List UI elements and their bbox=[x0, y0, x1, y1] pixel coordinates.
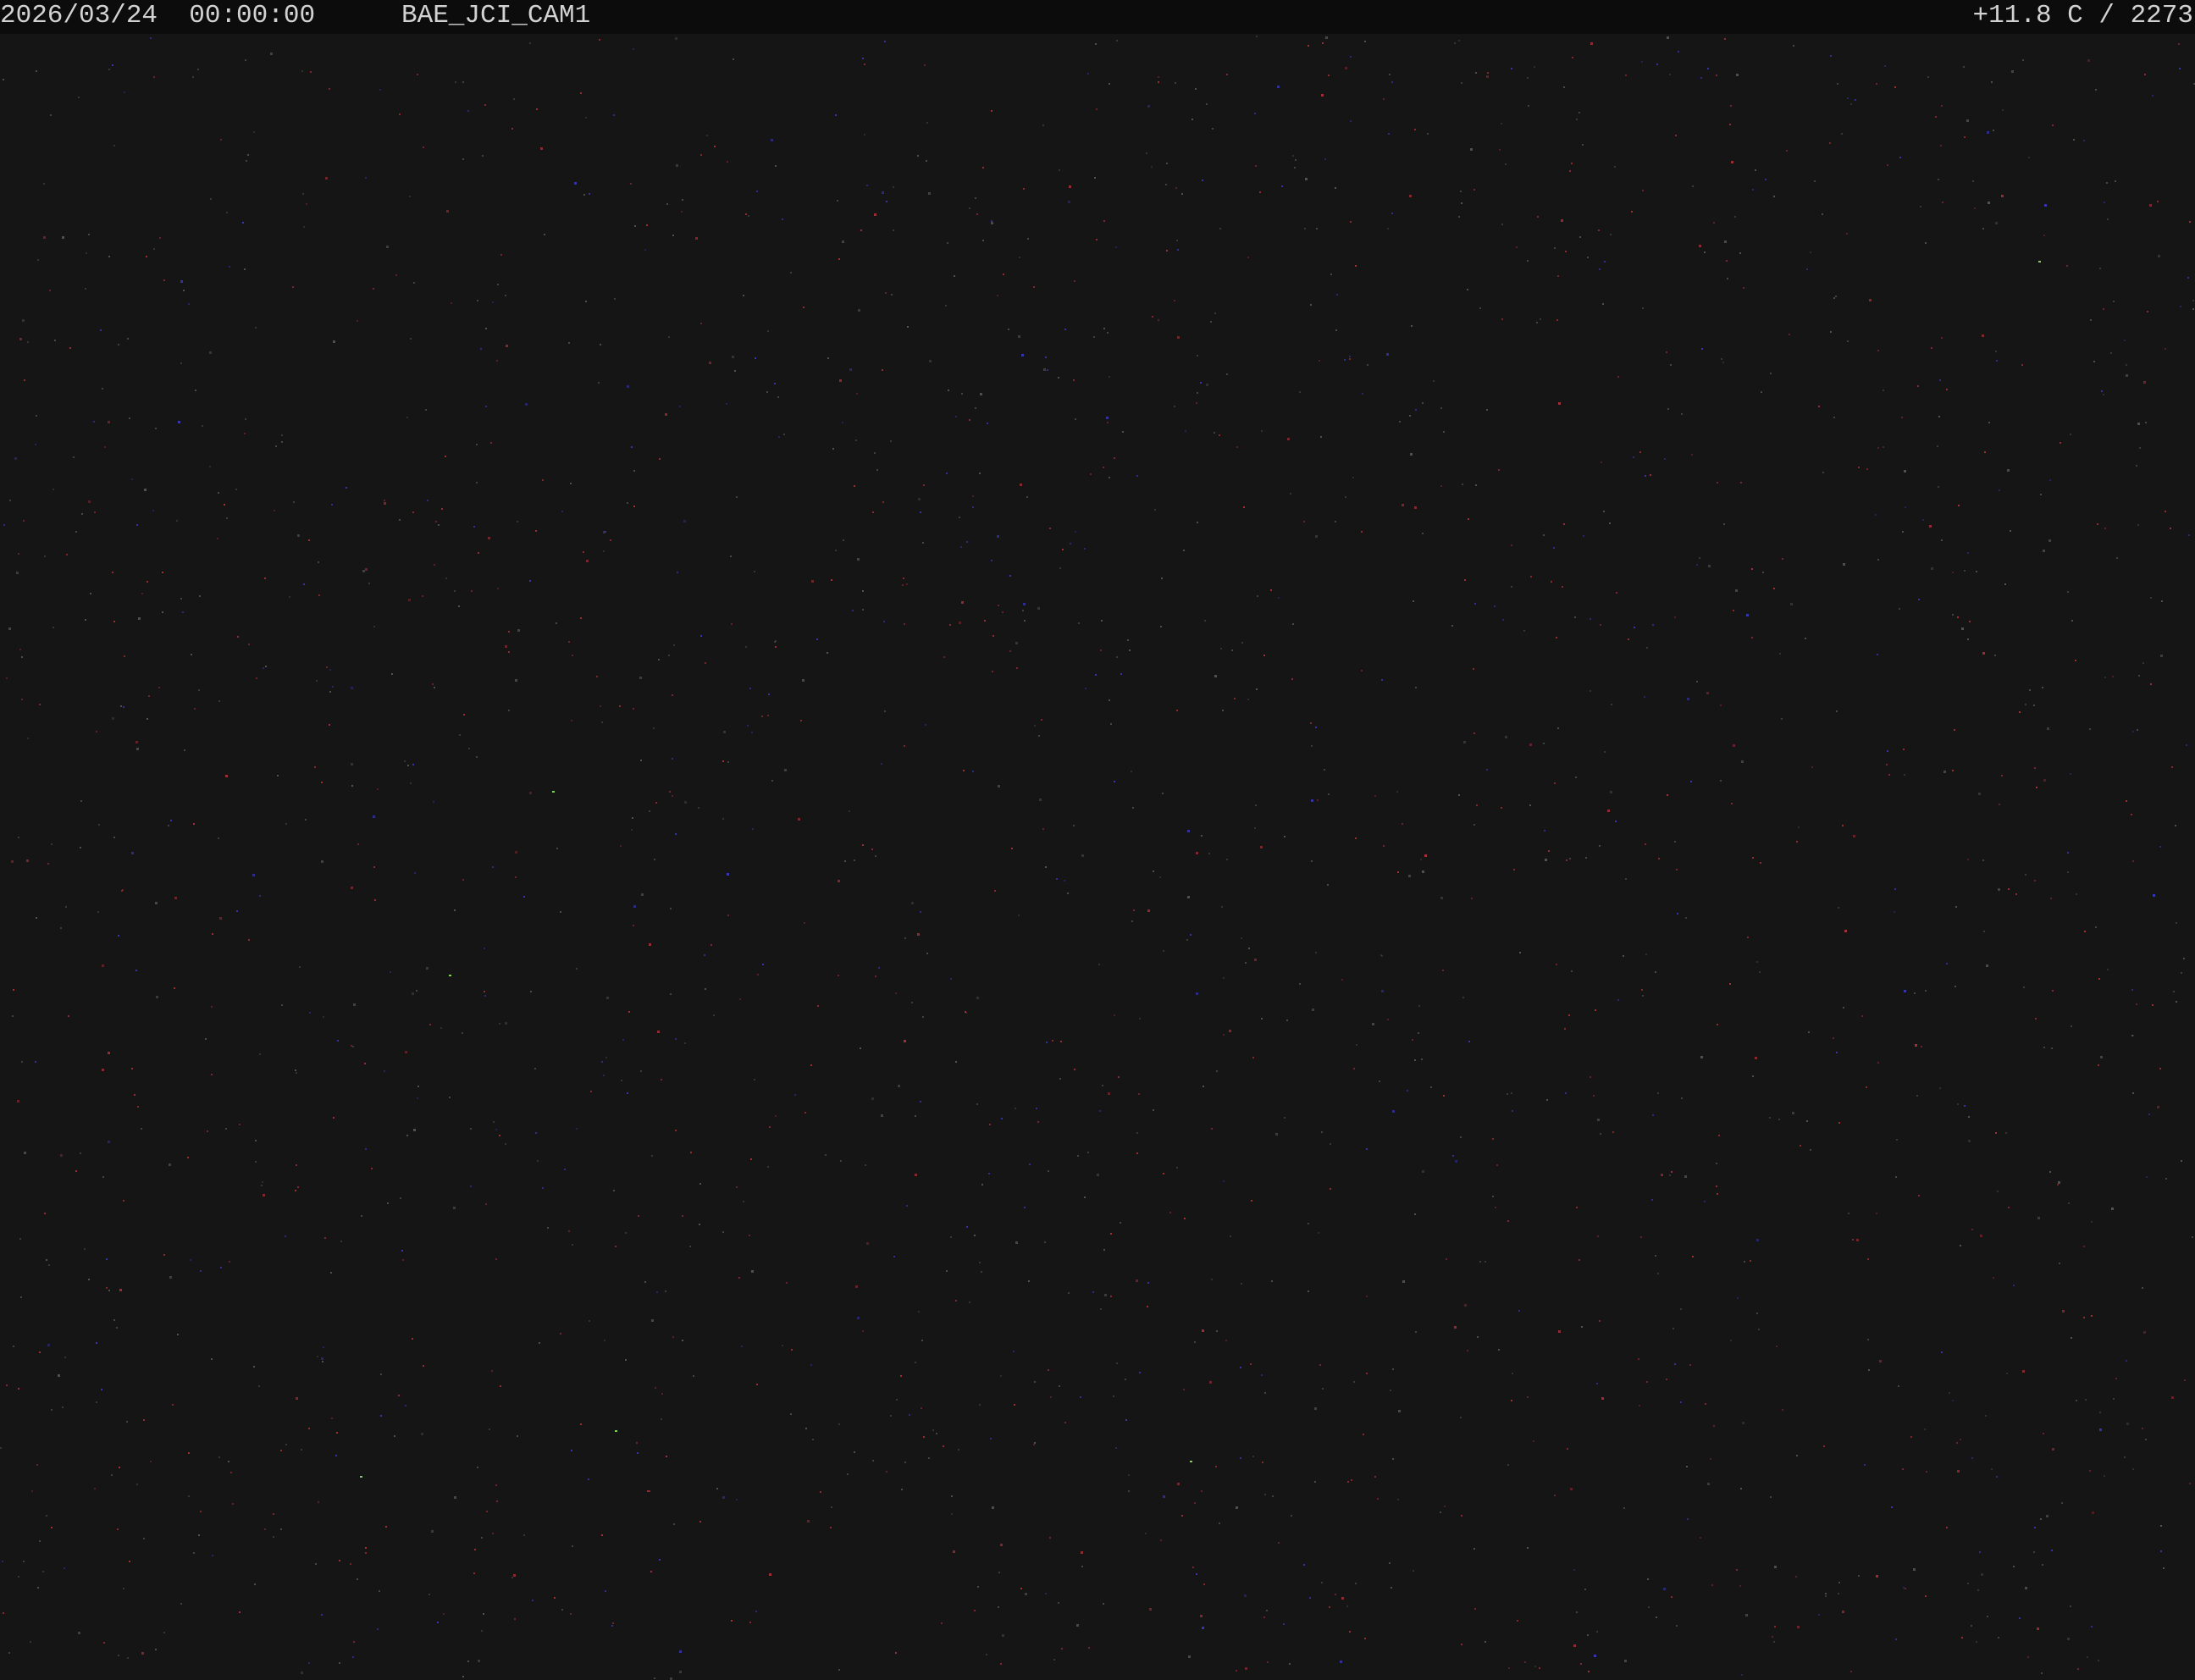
sensor-noise-stars bbox=[0, 36, 2195, 1680]
osd-overlay-bar: 2026/03/24 00:00:00 BAE_JCI_CAM1 +11.8 C… bbox=[0, 0, 2195, 34]
osd-temperature-readout: +11.8 C / 2273 bbox=[1972, 1, 2193, 30]
osd-time: 00:00:00 bbox=[189, 1, 316, 30]
osd-timestamp: 2026/03/24 00:00:00 bbox=[0, 0, 315, 34]
osd-date: 2026/03/24 bbox=[0, 1, 158, 30]
camera-frame: 2026/03/24 00:00:00 BAE_JCI_CAM1 +11.8 C… bbox=[0, 0, 2195, 1680]
osd-camera-id: BAE_JCI_CAM1 bbox=[401, 1, 591, 30]
